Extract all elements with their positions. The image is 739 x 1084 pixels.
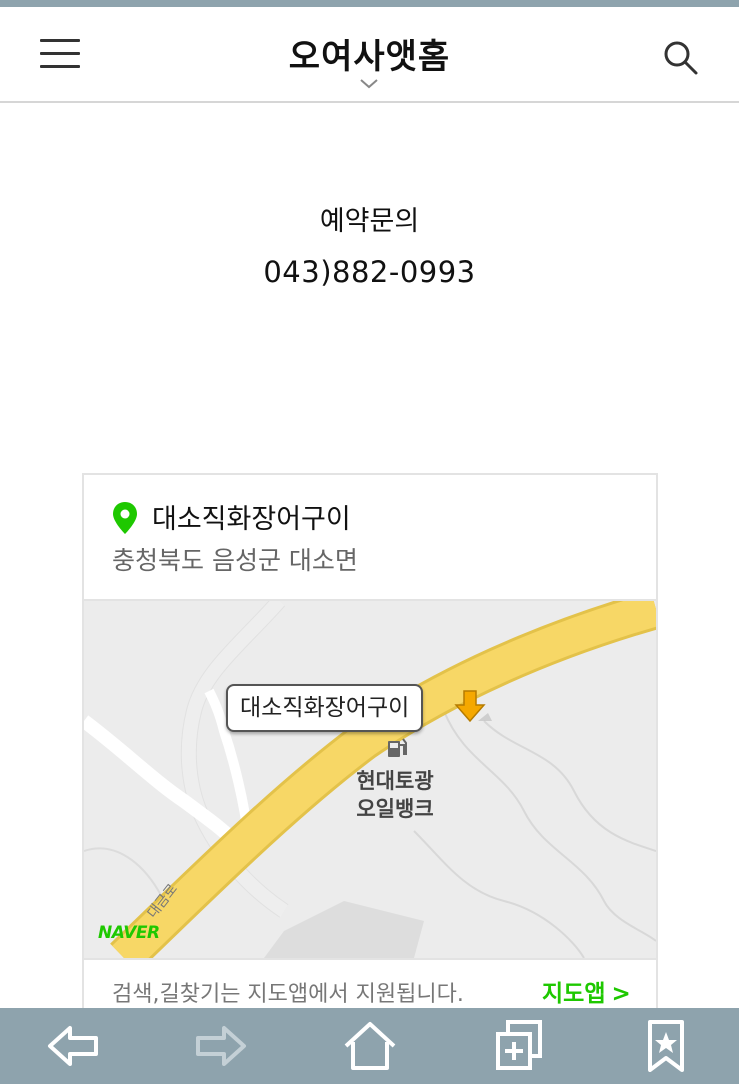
map-card: 대소직화장어구이 충청북도 음성군 대소면 대금로 대소직화장어구이 현대토광 …	[82, 473, 658, 1025]
location-pin-icon	[113, 502, 137, 534]
search-icon	[664, 41, 698, 75]
forward-arrow-icon	[196, 1026, 246, 1066]
back-arrow-icon	[48, 1026, 98, 1066]
forward-button[interactable]	[192, 1020, 248, 1072]
place-address: 충청북도 음성군 대소면	[112, 546, 358, 575]
map-app-link-label: 지도앱	[542, 981, 606, 1007]
bookmarks-button[interactable]	[638, 1020, 694, 1072]
map-marker-label[interactable]: 대소직화장어구이	[226, 684, 424, 732]
tabs-icon	[496, 1020, 542, 1070]
reservation-contact: 예약문의 043)882-0993	[0, 203, 739, 292]
open-map-app-link[interactable]: 지도앱 >	[542, 974, 631, 1008]
naver-logo: NAVER	[98, 923, 160, 943]
search-button[interactable]	[660, 37, 700, 77]
map-view[interactable]: 대금로 대소직화장어구이 현대토광 오일뱅크 NAVER	[84, 601, 656, 958]
home-button[interactable]	[342, 1020, 398, 1072]
status-strip	[0, 0, 739, 7]
reservation-phone[interactable]: 043)882-0993	[0, 252, 739, 292]
poi-name-line: 오일뱅크	[356, 797, 434, 821]
poi-name-line: 현대토광	[356, 769, 434, 793]
reservation-label: 예약문의	[319, 206, 420, 237]
tabs-button[interactable]	[490, 1020, 546, 1072]
poi-name: 현대토광 오일뱅크	[340, 767, 450, 823]
browser-bottom-bar	[0, 1008, 739, 1084]
chevron-right-icon: >	[611, 981, 631, 1007]
site-title[interactable]: 오여사앳홈	[0, 29, 739, 78]
home-icon	[344, 1022, 396, 1070]
chevron-down-icon[interactable]	[359, 78, 379, 90]
app-header: 오여사앳홈	[0, 7, 739, 103]
place-name[interactable]: 대소직화장어구이	[152, 497, 351, 536]
map-footer-note: 검색,길찾기는 지도앱에서 지원됩니다.	[112, 982, 464, 1007]
bookmark-icon	[648, 1020, 684, 1072]
back-button[interactable]	[46, 1020, 102, 1072]
place-header: 대소직화장어구이 충청북도 음성군 대소면	[84, 475, 656, 601]
